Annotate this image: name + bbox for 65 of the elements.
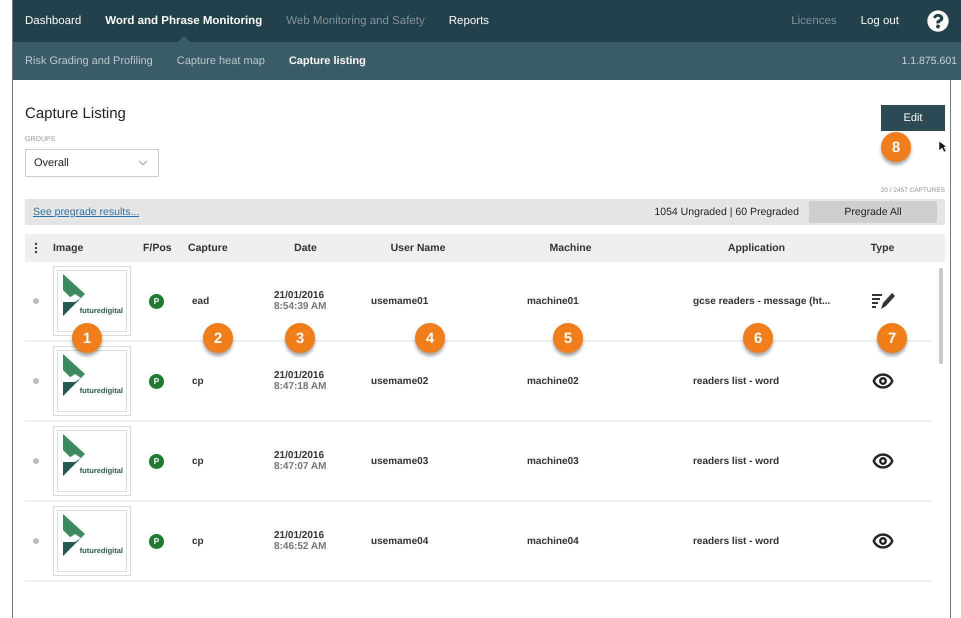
- application-cell: gcse readers - message (ht...: [693, 296, 830, 306]
- machine-cell: machine01: [527, 296, 579, 306]
- pregrade-all-button[interactable]: Pregrade All: [809, 201, 937, 223]
- date-cell: 21/01/2016: [274, 290, 324, 301]
- nav-tab[interactable]: Dashboard: [25, 0, 82, 42]
- edit-button[interactable]: Edit: [881, 105, 945, 131]
- nav-tab[interactable]: Reports: [448, 0, 490, 42]
- user-name-cell: usemame03: [371, 456, 428, 466]
- nav-link[interactable]: Log out: [860, 0, 899, 42]
- column-header: Application: [726, 242, 786, 254]
- capture-cell: ead: [192, 296, 210, 306]
- pregrade-results-link[interactable]: See pregrade results...: [33, 206, 140, 218]
- column-header: Type: [870, 242, 896, 254]
- sub-nav-tab[interactable]: Capture listing: [288, 55, 366, 67]
- capture-cell: cp: [192, 536, 204, 546]
- column-header: User Name: [390, 242, 446, 254]
- time-cell: 8:54:39 AM: [274, 301, 326, 312]
- user-name-cell: usemame02: [371, 376, 428, 386]
- callout-marker: 7: [877, 323, 907, 353]
- cursor-icon: [938, 140, 947, 153]
- sub-nav-tab[interactable]: Risk Grading and Profiling: [25, 55, 153, 67]
- version-text: 1.1.875.601: [902, 55, 957, 67]
- callout-marker: 5: [553, 323, 583, 353]
- fpos-badge: P: [149, 374, 164, 388]
- date-cell: 21/01/2016: [274, 530, 324, 541]
- row-status-dot: [33, 458, 39, 464]
- date-cell: 21/01/2016: [274, 450, 324, 461]
- machine-cell: machine04: [527, 536, 579, 546]
- column-header: Date: [293, 242, 318, 254]
- lines-pencil-icon[interactable]: [870, 291, 894, 311]
- application-cell: readers list - word: [693, 536, 780, 546]
- help-icon[interactable]: [927, 10, 949, 32]
- callout-marker: 3: [285, 323, 315, 353]
- machine-cell: machine02: [527, 376, 579, 386]
- fpos-badge: P: [149, 294, 164, 308]
- time-cell: 8:47:07 AM: [274, 461, 326, 472]
- column-header: Image: [53, 242, 84, 254]
- groups-dropdown[interactable]: Overall: [25, 149, 159, 177]
- callout-marker: 2: [203, 323, 233, 353]
- column-header: F/Pos: [143, 242, 173, 254]
- row-status-dot: [33, 538, 39, 544]
- capture-cell: cp: [192, 376, 204, 386]
- fpos-badge: P: [149, 454, 164, 468]
- time-cell: 8:46:52 AM: [274, 541, 326, 552]
- time-cell: 8:47:18 AM: [274, 381, 326, 392]
- row-status-dot: [33, 298, 39, 304]
- user-name-cell: usemame04: [371, 536, 428, 546]
- grade-counts: 1054 Ungraded | 60 Pregraded: [654, 206, 799, 218]
- application-cell: readers list - word: [693, 376, 780, 386]
- callout-marker: 6: [743, 323, 773, 353]
- row-status-dot: [33, 378, 39, 384]
- column-header: Machine: [548, 242, 592, 254]
- nav-tab[interactable]: Word and Phrase Monitoring: [105, 0, 262, 42]
- user-name-cell: usemame01: [371, 296, 428, 306]
- application-cell: readers list - word: [693, 456, 780, 466]
- page-title: Capture Listing: [25, 104, 126, 122]
- sub-nav-tab[interactable]: Capture heat map: [176, 55, 265, 67]
- machine-cell: machine03: [527, 456, 579, 466]
- callout-marker: 4: [415, 323, 445, 353]
- capture-cell: cp: [192, 456, 204, 466]
- callout-marker: 8: [881, 132, 911, 162]
- fpos-badge: P: [149, 534, 164, 548]
- callout-marker: 1: [72, 323, 102, 353]
- column-header: Capture: [188, 242, 229, 254]
- date-cell: 21/01/2016: [274, 370, 324, 381]
